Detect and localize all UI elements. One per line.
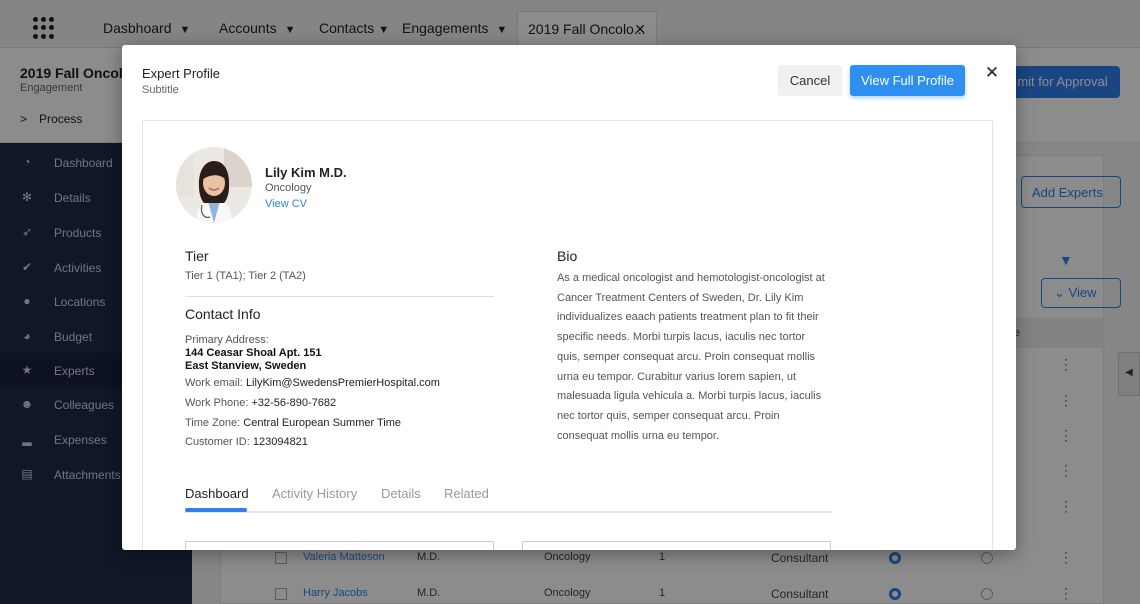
tab-related[interactable]: Related — [444, 486, 489, 501]
work-email-label: Work email: — [185, 377, 243, 389]
view-cv-link[interactable]: View CV — [265, 198, 307, 210]
time-zone-label: Time Zone: — [185, 417, 241, 429]
expert-specialty: Oncology — [265, 182, 312, 194]
tab-activity-history[interactable]: Activity History — [272, 486, 357, 501]
tier-heading: Tier — [185, 248, 209, 264]
address-line-1: 144 Ceasar Shoal Apt. 151 — [185, 347, 322, 359]
work-phone-row: Work Phone: +32-56-890-7682 — [185, 397, 336, 409]
dashboard-widget — [185, 541, 494, 550]
tab-dashboard[interactable]: Dashboard — [185, 486, 249, 501]
modal-title: Expert Profile — [142, 66, 221, 81]
cancel-button[interactable]: Cancel — [778, 65, 842, 96]
time-zone-row: Time Zone: Central European Summer Time — [185, 417, 401, 429]
customer-id-value: 123094821 — [252, 436, 308, 448]
address-line-2: East Stanview, Sweden — [185, 360, 307, 372]
bio-text: As a medical oncologist and hemotologist… — [557, 272, 825, 442]
time-zone-value: Central European Summer Time — [243, 417, 402, 429]
work-phone-label: Work Phone: — [185, 397, 249, 409]
view-full-profile-button[interactable]: View Full Profile — [850, 65, 965, 96]
tier-value: Tier 1 (TA1); Tier 2 (TA2) — [185, 270, 306, 282]
profile-card: Lily Kim M.D. Oncology View CV Tier Tier… — [142, 120, 993, 550]
divider — [185, 296, 494, 297]
work-email-value: LilyKim@SwedensPremierHospital.com — [245, 377, 440, 389]
active-tab-indicator — [185, 508, 247, 512]
expert-name: Lily Kim M.D. — [265, 165, 347, 180]
expert-profile-modal: Expert Profile Subtitle Cancel View Full… — [122, 45, 1016, 550]
modal-subtitle: Subtitle — [142, 84, 179, 96]
avatar — [176, 147, 252, 223]
address-label: Primary Address: — [185, 334, 269, 346]
profile-tabs: Dashboard Activity History Details Relat… — [185, 479, 831, 513]
work-email-row: Work email: LilyKim@SwedensPremierHospit… — [185, 377, 440, 389]
customer-id-label: Customer ID: — [185, 436, 250, 448]
work-phone-value: +32-56-890-7682 — [251, 397, 337, 409]
primary-address: 144 Ceasar Shoal Apt. 151 East Stanview,… — [185, 347, 322, 373]
tab-details[interactable]: Details — [381, 486, 421, 501]
customer-id-row: Customer ID: 123094821 — [185, 436, 308, 448]
contact-info-heading: Contact Info — [185, 306, 261, 322]
dashboard-widget — [522, 541, 831, 550]
close-icon[interactable]: ✕ — [984, 64, 1000, 81]
expert-photo — [176, 147, 252, 223]
bio-heading: Bio — [557, 248, 578, 264]
